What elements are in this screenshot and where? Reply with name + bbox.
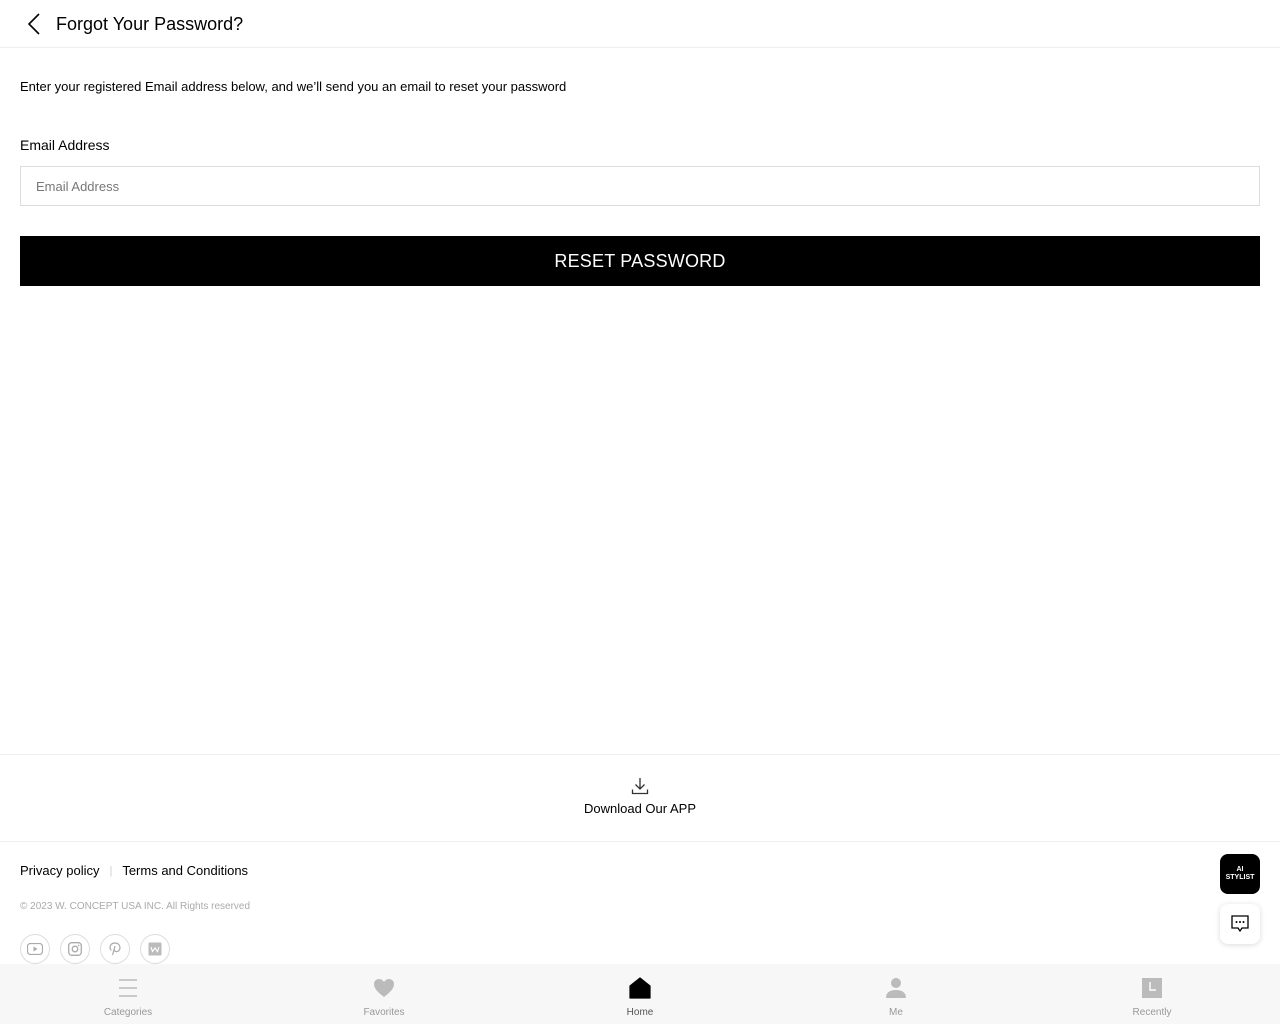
pinterest-link[interactable] [100, 934, 130, 964]
nav-item-home[interactable]: Home [512, 964, 768, 1024]
email-label: Email Address [20, 137, 110, 153]
ai-stylist-label-line1: AI [1236, 866, 1244, 873]
intro-text: Enter your registered Email address belo… [20, 79, 567, 94]
footer-links: Privacy policy | Terms and Conditions [20, 862, 248, 880]
header: Forgot Your Password? [0, 0, 1280, 48]
social-links [20, 934, 170, 964]
heart-icon [372, 976, 396, 1000]
youtube-icon [27, 943, 43, 955]
download-app-section: Download Our APP [0, 754, 1280, 842]
terms-link[interactable]: Terms and Conditions [122, 862, 248, 880]
person-icon [884, 976, 908, 1000]
page-title: Forgot Your Password? [56, 14, 244, 34]
nav-label-categories: Categories [103, 1007, 153, 1018]
wconcept-icon [148, 942, 162, 956]
instagram-link[interactable] [60, 934, 90, 964]
bottom-navigation: Categories Favorites Home Me Recently [0, 964, 1280, 1024]
copyright-text: © 2023 W. CONCEPT USA INC. All Rights re… [20, 901, 251, 912]
nav-label-favorites: Favorites [363, 1007, 405, 1018]
nav-item-categories[interactable]: Categories [0, 964, 256, 1024]
download-icon [631, 778, 649, 795]
nav-label-me: Me [889, 1007, 903, 1018]
instagram-icon [68, 942, 82, 956]
chevron-left-icon [27, 13, 40, 35]
download-app-label: Download Our APP [583, 801, 696, 816]
ai-stylist-label-line2: STYLIST [1225, 874, 1255, 881]
youtube-link[interactable] [20, 934, 50, 964]
chat-button[interactable] [1220, 904, 1260, 944]
back-button[interactable] [20, 10, 48, 38]
menu-icon [116, 976, 140, 1000]
chat-icon [1231, 915, 1249, 933]
privacy-policy-link[interactable]: Privacy policy [20, 862, 99, 880]
email-input[interactable] [20, 166, 1260, 206]
nav-item-favorites[interactable]: Favorites [256, 964, 512, 1024]
reset-password-button[interactable]: RESET PASSWORD [20, 236, 1260, 286]
pinterest-icon [109, 942, 121, 956]
nav-label-home: Home [626, 1007, 654, 1018]
footer-separator: | [109, 865, 113, 877]
nav-item-recently[interactable]: Recently [1024, 964, 1280, 1024]
nav-label-recently: Recently [1132, 1007, 1172, 1018]
forgot-password-page: Forgot Your Password? Enter your registe… [0, 0, 1280, 1024]
nav-item-me[interactable]: Me [768, 964, 1024, 1024]
ai-stylist-button[interactable]: AI STYLIST [1220, 854, 1260, 894]
download-app-link[interactable]: Download Our APP [540, 777, 740, 823]
home-icon [628, 976, 652, 1000]
wconcept-link[interactable] [140, 934, 170, 964]
recent-icon [1140, 976, 1164, 1000]
